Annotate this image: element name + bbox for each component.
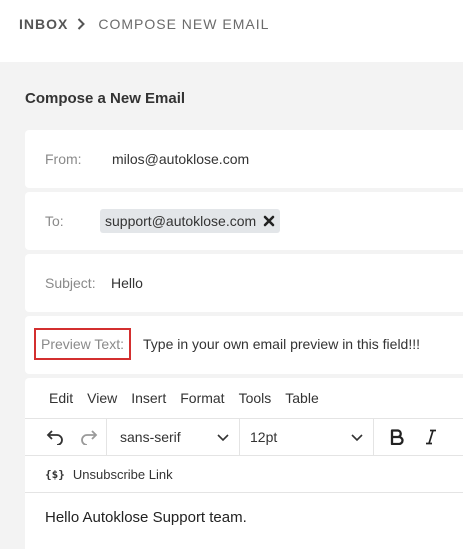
unsubscribe-link-label: Unsubscribe Link <box>72 466 173 482</box>
redo-icon[interactable] <box>72 420 106 454</box>
breadcrumb: INBOX COMPOSE NEW EMAIL <box>19 15 269 33</box>
subject-input[interactable]: Hello <box>111 275 143 291</box>
chevron-down-icon <box>351 429 363 445</box>
from-row: From: milos@autoklose.com <box>25 130 463 188</box>
font-family-select[interactable]: sans-serif <box>107 418 239 456</box>
unsubscribe-link-button[interactable]: {$} Unsubscribe Link <box>25 456 463 493</box>
recipient-chip-label: support@autoklose.com <box>105 213 257 229</box>
close-icon[interactable] <box>263 215 275 227</box>
editor-toolbar: sans-serif 12pt <box>25 418 463 456</box>
preview-text-row: Preview Text: Type in your own email pre… <box>25 316 463 374</box>
preview-text-input[interactable]: Type in your own email preview in this f… <box>143 336 420 352</box>
menu-table[interactable]: Table <box>285 390 318 406</box>
menu-insert[interactable]: Insert <box>131 390 166 406</box>
from-label: From: <box>45 151 82 167</box>
subject-label: Subject: <box>45 275 96 291</box>
italic-icon[interactable] <box>414 420 448 454</box>
to-row: To: support@autoklose.com <box>25 192 463 250</box>
chevron-down-icon <box>217 429 229 445</box>
undo-icon[interactable] <box>38 420 72 454</box>
to-label: To: <box>45 213 64 229</box>
breadcrumb-current: COMPOSE NEW EMAIL <box>98 16 270 32</box>
compose-panel: Compose a New Email From: milos@autoklos… <box>0 62 463 549</box>
menu-edit[interactable]: Edit <box>49 390 73 406</box>
menu-tools[interactable]: Tools <box>239 390 272 406</box>
email-body-editor[interactable]: Hello Autoklose Support team. <box>25 493 463 549</box>
font-size-value: 12pt <box>250 429 278 445</box>
email-body-text: Hello Autoklose Support team. <box>45 509 247 526</box>
recipient-chip[interactable]: support@autoklose.com <box>100 209 281 233</box>
menu-view[interactable]: View <box>87 390 117 406</box>
chevron-right-icon <box>77 18 86 30</box>
font-family-value: sans-serif <box>120 429 181 445</box>
toolbar-divider <box>373 418 374 456</box>
bold-icon[interactable] <box>380 420 414 454</box>
page-title: Compose a New Email <box>25 90 186 107</box>
editor-menubar: Edit View Insert Format Tools Table <box>25 378 463 418</box>
from-value[interactable]: milos@autoklose.com <box>112 151 249 167</box>
subject-row: Subject: Hello <box>25 254 463 312</box>
menu-format[interactable]: Format <box>180 390 224 406</box>
email-editor: Edit View Insert Format Tools Table sans… <box>25 378 463 549</box>
font-size-select[interactable]: 12pt <box>240 418 373 456</box>
preview-text-label: Preview Text: <box>41 336 124 352</box>
breadcrumb-inbox-link[interactable]: INBOX <box>19 16 68 32</box>
unsubscribe-tag-icon: {$} <box>45 467 65 481</box>
preview-text-highlight: Preview Text: <box>34 328 131 360</box>
